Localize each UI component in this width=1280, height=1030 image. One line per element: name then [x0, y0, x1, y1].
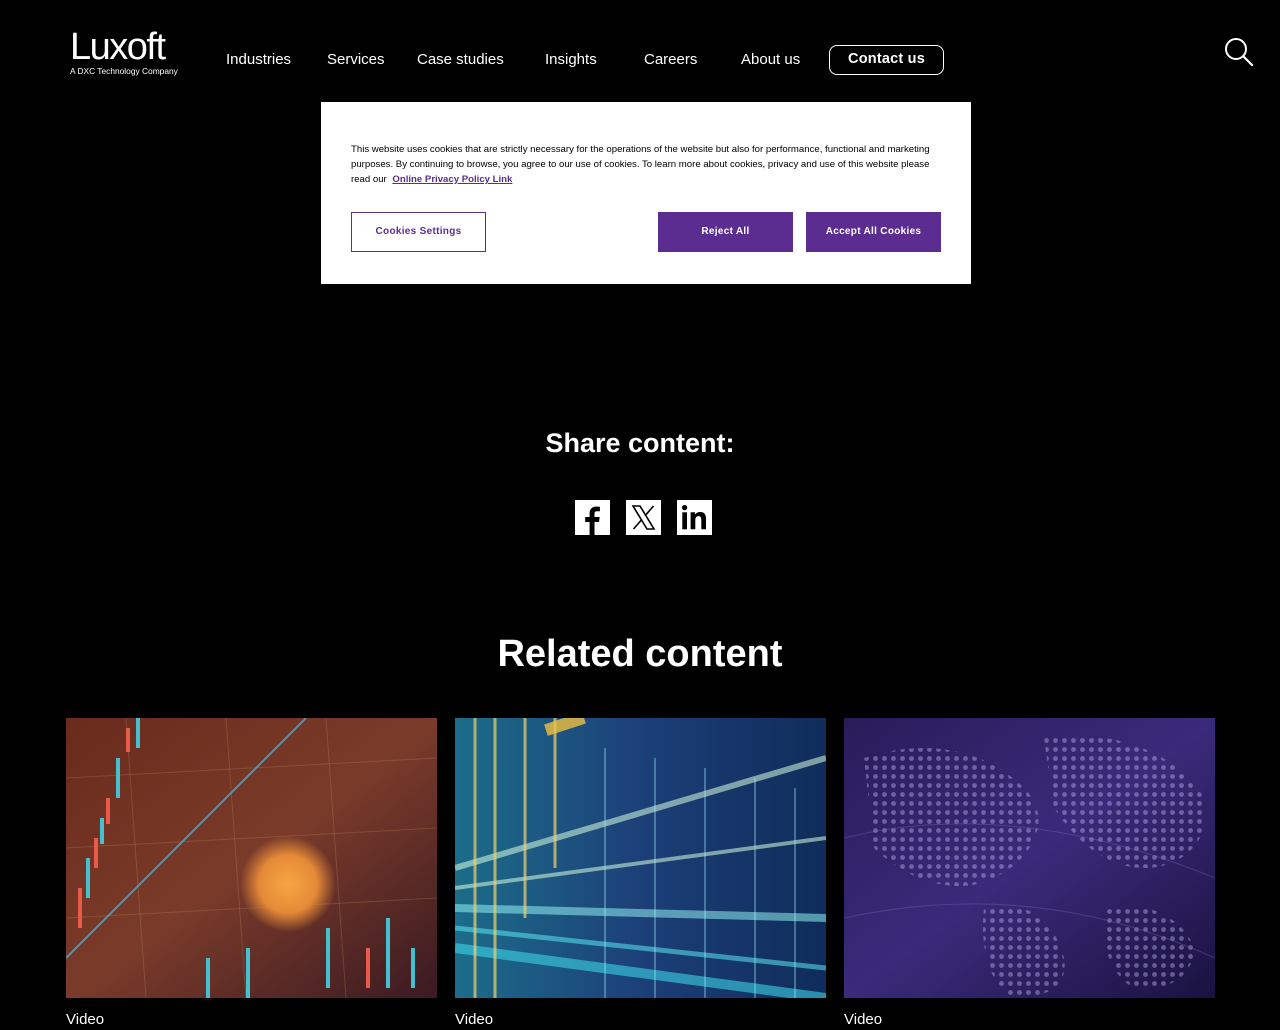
cookie-message: This website uses cookies that are stric… — [351, 142, 941, 187]
related-card[interactable]: Video — [844, 718, 1215, 1028]
related-content-title: Related content — [497, 633, 783, 675]
facebook-icon[interactable] — [575, 500, 610, 535]
nav-services[interactable]: Services — [327, 50, 385, 70]
cookie-consent-dialog: This website uses cookies that are stric… — [321, 102, 971, 284]
nav-industries[interactable]: Industries — [226, 50, 291, 70]
related-card[interactable]: Video — [455, 718, 826, 1028]
privacy-policy-link[interactable]: Online Privacy Policy Link — [392, 174, 512, 185]
card-type-label: Video — [844, 1011, 883, 1028]
card-type-label: Video — [66, 1011, 105, 1028]
luxoft-logo[interactable]: Luxoft A DXC Technology Company — [70, 28, 182, 78]
share-title: Share content: — [545, 428, 735, 458]
logo-subtitle: A DXC Technology Company — [70, 66, 178, 76]
nav-about-us[interactable]: About us — [741, 50, 800, 70]
digital-world-map-image[interactable] — [844, 718, 1215, 998]
accept-all-cookies-button[interactable]: Accept All Cookies — [806, 212, 941, 252]
data-light-streams-image[interactable] — [455, 718, 826, 998]
cookies-settings-button[interactable]: Cookies Settings — [351, 212, 486, 252]
nav-insights[interactable]: Insights — [545, 50, 597, 70]
search-icon[interactable] — [1224, 37, 1254, 67]
reject-all-button[interactable]: Reject All — [658, 212, 793, 252]
nav-case-studies[interactable]: Case studies — [417, 50, 504, 70]
x-icon[interactable] — [626, 500, 661, 535]
contact-us-button[interactable]: Contact us — [829, 45, 944, 75]
card-type-label: Video — [455, 1011, 494, 1028]
linkedin-icon[interactable] — [677, 500, 712, 535]
related-card[interactable]: Video — [66, 718, 437, 1028]
financial-chart-image[interactable] — [66, 718, 437, 998]
logo-wordmark: Luxoft — [70, 26, 166, 68]
site-header: Luxoft A DXC Technology Company Industri… — [0, 0, 1280, 110]
nav-careers[interactable]: Careers — [644, 50, 697, 70]
